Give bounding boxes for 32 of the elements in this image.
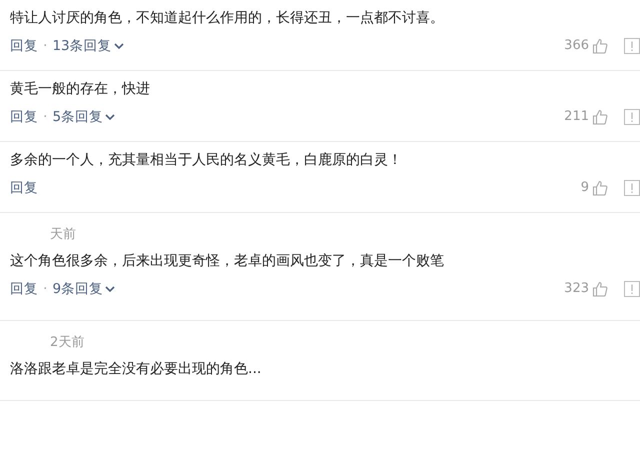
report-icon[interactable]	[624, 180, 640, 196]
reply-link[interactable]: 回复	[10, 278, 38, 300]
like-count: 366	[564, 37, 589, 56]
like-count: 9	[580, 179, 589, 198]
separator: ·	[43, 280, 48, 298]
timestamp: 2天前	[50, 335, 84, 350]
timestamp: 天前	[50, 227, 76, 242]
replies-link[interactable]: 9条回复	[52, 278, 116, 300]
separator: ·	[43, 108, 48, 126]
like-count: 323	[564, 280, 589, 298]
comment-text: 洛洛跟老卓是完全没有必要出现的角色...	[10, 361, 262, 377]
comment-text: 黄毛一般的存在，快进	[10, 81, 150, 97]
replies-link[interactable]: 13条回复	[52, 36, 124, 56]
thumbs-up-icon[interactable]	[592, 180, 608, 196]
comment-text: 多余的一个人，充其量相当于人民的名义黄毛，白鹿原的白灵！	[10, 152, 402, 168]
chevron-down-icon[interactable]	[114, 42, 124, 50]
report-icon[interactable]	[624, 38, 640, 54]
reply-link[interactable]: 回复	[10, 106, 38, 128]
chevron-down-icon[interactable]	[105, 113, 116, 121]
report-icon[interactable]	[624, 109, 640, 125]
reply-link[interactable]: 回复	[10, 178, 38, 198]
thumbs-up-icon[interactable]	[592, 281, 608, 297]
chevron-down-icon[interactable]	[105, 285, 116, 293]
comment-text: 这个角色很多余，后来出现更奇怪，老卓的画风也变了，真是一个败笔	[10, 253, 444, 269]
replies-link[interactable]: 5条回复	[52, 106, 116, 128]
separator: ·	[43, 36, 48, 56]
report-icon[interactable]	[624, 281, 640, 297]
reply-link[interactable]: 回复	[10, 36, 38, 56]
like-count: 211	[564, 108, 589, 126]
thumbs-up-icon[interactable]	[592, 38, 608, 54]
thumbs-up-icon[interactable]	[592, 109, 608, 125]
comment-text: 特让人讨厌的角色，不知道起什么作用的，长得还丑，一点都不讨喜。	[10, 10, 444, 26]
